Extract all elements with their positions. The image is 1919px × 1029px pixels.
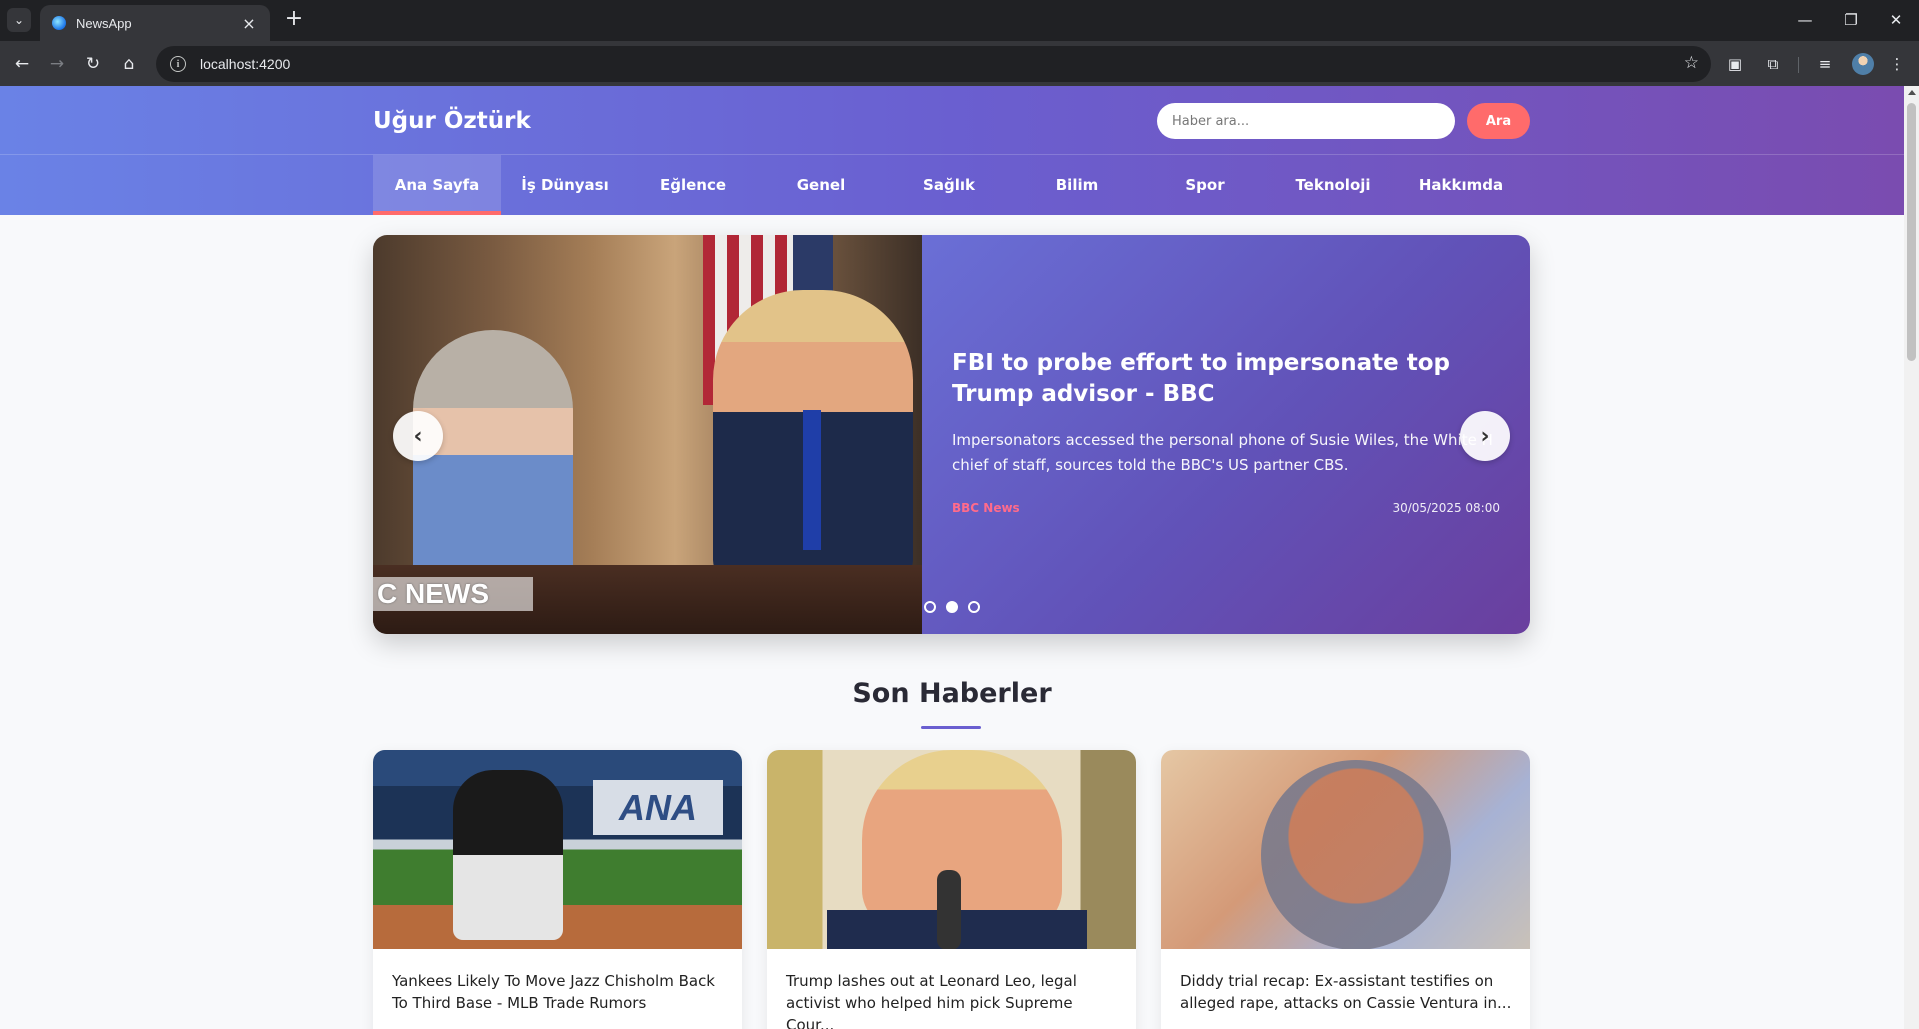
card-title[interactable]: Yankees Likely To Move Jazz Chisholm Bac… [392,970,724,1014]
profile-avatar[interactable] [1852,53,1874,75]
nav-item-saglik[interactable]: Sağlık [885,155,1013,215]
chevron-down-icon: ⌄ [13,13,25,27]
chevron-right-icon: › [1480,423,1490,449]
player-shape [453,770,563,940]
media-icon[interactable]: ≡ [1814,53,1836,75]
main-nav: Ana Sayfa İş Dünyası Eğlence Genel Sağlı… [373,155,1530,215]
section-title: Son Haberler [852,678,1052,709]
nav-item-ana-sayfa[interactable]: Ana Sayfa [373,155,501,215]
nav-item-hakkimda[interactable]: Hakkımda [1397,155,1525,215]
slide-source: BBC News [952,501,1020,515]
nav-item-teknoloji[interactable]: Teknoloji [1269,155,1397,215]
image-sign: ANA [593,780,723,835]
carousel-next-button[interactable]: › [1460,411,1510,461]
person-shape [413,330,573,590]
page-content: Uğur Öztürk Ara Ana Sayfa İş Dünyası Eğl… [0,86,1904,1029]
home-icon: ⌂ [123,54,135,74]
image-watermark: C NEWS [373,577,533,611]
toolbar-divider [1798,57,1799,73]
new-tab-button[interactable]: + [282,8,306,32]
news-card[interactable]: ANA Yankees Likely To Move Jazz Chisholm… [373,750,742,1029]
restore-button[interactable]: ❐ [1828,6,1874,34]
nav-item-spor[interactable]: Spor [1141,155,1269,215]
cast-icon[interactable]: ▣ [1724,53,1746,75]
tie-shape [803,410,821,550]
forward-button[interactable]: → [44,51,70,77]
nav-item-genel[interactable]: Genel [757,155,885,215]
reload-button[interactable]: ↻ [80,51,106,77]
browser-toolbar: ← → ↻ ⌂ i localhost:4200 ☆ ▣ ⧉ ≡ ⋮ [0,41,1919,86]
minimize-button[interactable]: — [1782,6,1828,34]
carousel-prev-button[interactable]: ‹ [393,411,443,461]
card-image[interactable] [1161,750,1530,949]
slide-description: Impersonators accessed the personal phon… [952,428,1492,478]
tab-title: NewsApp [76,15,132,31]
person-shape [862,750,1062,930]
page-scrollbar[interactable] [1904,86,1919,1029]
search-button[interactable]: Ara [1467,103,1530,139]
search-input[interactable] [1157,103,1455,139]
slide-content: FBI to probe effort to impersonate top T… [922,235,1530,634]
section-underline [921,726,981,729]
microphone-shape [937,870,961,949]
back-button[interactable]: ← [9,51,35,77]
card-image[interactable] [767,750,1136,949]
card-image[interactable]: ANA [373,750,742,949]
carousel-dot[interactable] [968,601,980,613]
menu-icon[interactable]: ⋮ [1886,53,1908,75]
site-brand[interactable]: Uğur Öztürk [373,108,531,134]
home-button[interactable]: ⌂ [116,51,142,77]
carousel-dot[interactable] [924,601,936,613]
card-title[interactable]: Trump lashes out at Leonard Leo, legal a… [786,970,1118,1029]
sketch-shape [1261,760,1451,949]
slide-description-line: Impersonators accessed the personal phon… [952,431,1492,449]
slide-image[interactable]: C NEWS [373,235,922,634]
star-icon[interactable]: ☆ [1684,53,1699,73]
nav-item-bilim[interactable]: Bilim [1013,155,1141,215]
news-card[interactable]: Diddy trial recap: Ex-assistant testifie… [1161,750,1530,1029]
slide-description-line: chief of staff, sources told the BBC's U… [952,456,1349,474]
site-header: Uğur Öztürk Ara Ana Sayfa İş Dünyası Eğl… [0,86,1904,215]
arrow-left-icon: ← [14,54,30,74]
news-card-list: ANA Yankees Likely To Move Jazz Chisholm… [373,750,1530,1029]
browser-tabstrip: ⌄ NewsApp × + — ❐ ✕ [0,0,1919,41]
tab-search-button[interactable]: ⌄ [7,8,31,32]
favicon-icon [52,16,66,30]
slide-date: 30/05/2025 08:00 [1392,501,1500,515]
extensions-icon[interactable]: ⧉ [1762,53,1784,75]
carousel-dots [924,601,980,613]
nav-item-eglence[interactable]: Eğlence [629,155,757,215]
carousel-dot-active[interactable] [946,601,958,613]
news-card[interactable]: Trump lashes out at Leonard Leo, legal a… [767,750,1136,1029]
nav-item-is-dunyasi[interactable]: İş Dünyası [501,155,629,215]
chevron-left-icon: ‹ [413,423,423,449]
reload-icon: ↻ [85,54,101,74]
scroll-thumb[interactable] [1907,103,1916,361]
slide-title[interactable]: FBI to probe effort to impersonate top T… [952,348,1492,410]
scroll-up-arrow-icon[interactable] [1908,90,1916,95]
arrow-right-icon: → [49,54,65,74]
card-title[interactable]: Diddy trial recap: Ex-assistant testifie… [1180,970,1512,1014]
close-window-button[interactable]: ✕ [1873,6,1919,34]
close-icon[interactable]: × [240,14,258,33]
url-text: localhost:4200 [200,56,291,72]
news-carousel: C NEWS FBI to probe effort to impersonat… [373,235,1530,634]
info-icon[interactable]: i [170,56,186,72]
browser-tab[interactable]: NewsApp × [40,5,270,41]
address-bar[interactable]: i localhost:4200 ☆ [156,46,1711,82]
